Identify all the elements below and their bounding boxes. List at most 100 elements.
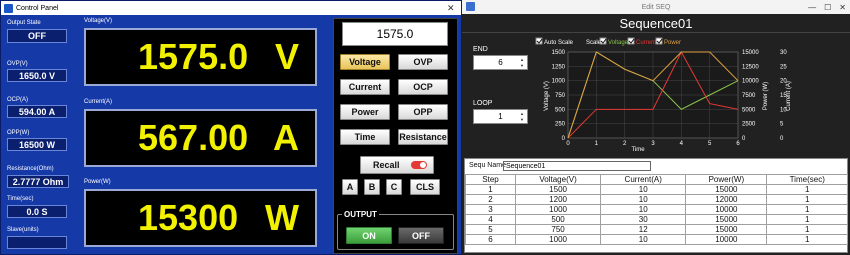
x-tick-label: 5 bbox=[708, 141, 712, 147]
cell-voltage[interactable]: 1200 bbox=[514, 194, 602, 205]
ocp-label: OCP(A) bbox=[7, 97, 28, 103]
cls-button[interactable]: CLS bbox=[410, 179, 440, 195]
preset-c-button[interactable]: C bbox=[386, 179, 402, 195]
scale-label: Scale bbox=[586, 40, 602, 46]
cell-step[interactable]: 1 bbox=[465, 184, 516, 195]
y3-tick-label: 5 bbox=[780, 122, 784, 128]
end-spinner-icon[interactable]: ▲ ▼ bbox=[520, 57, 526, 68]
resistance-value: 2.7777 Ohm bbox=[7, 175, 69, 188]
cell-step[interactable]: 3 bbox=[465, 204, 516, 215]
ovp-button[interactable]: OVP bbox=[398, 54, 448, 70]
cell-step[interactable]: 2 bbox=[465, 194, 516, 205]
column-header-voltage: Voltage(V) bbox=[514, 174, 602, 185]
y2-tick-label: 15000 bbox=[742, 50, 759, 56]
cell-power[interactable]: 15000 bbox=[685, 214, 768, 225]
power-display-unit: W bbox=[265, 197, 299, 238]
time-label: Time(sec) bbox=[7, 196, 34, 202]
sequence-table: Step Voltage(V) Current(A) Power(W) Time… bbox=[465, 174, 848, 245]
output-off-button[interactable]: OFF bbox=[398, 227, 444, 244]
ocp-button[interactable]: OCP bbox=[398, 79, 448, 95]
edit-seq-window: Edit SEQ — ☐ ✕ Sequence01 END 6 ▲ ▼ LOOP … bbox=[462, 0, 850, 255]
resistance-button[interactable]: Resistance bbox=[398, 129, 448, 145]
table-row[interactable]: 3 1000 10 10000 1 bbox=[465, 204, 848, 215]
slave-label: Slave(units) bbox=[7, 227, 39, 233]
opp-button[interactable]: OPP bbox=[398, 104, 448, 120]
table-row[interactable]: 6 1000 10 10000 1 bbox=[465, 234, 848, 245]
cell-current[interactable]: 10 bbox=[600, 234, 687, 245]
close-icon[interactable]: ✕ bbox=[839, 3, 846, 12]
cell-step[interactable]: 6 bbox=[465, 234, 516, 245]
time-button[interactable]: Time bbox=[340, 129, 390, 145]
ovp-label: OVP(V) bbox=[7, 61, 28, 67]
cell-time[interactable]: 1 bbox=[766, 194, 848, 205]
output-on-button[interactable]: ON bbox=[346, 227, 392, 244]
cell-power[interactable]: 15000 bbox=[685, 184, 768, 195]
cell-voltage[interactable]: 750 bbox=[514, 224, 602, 235]
voltage-display: 1575.0 V bbox=[84, 28, 317, 86]
cell-current[interactable]: 10 bbox=[600, 184, 687, 195]
table-row[interactable]: 1 1500 10 15000 1 bbox=[465, 184, 848, 195]
cell-step[interactable]: 4 bbox=[465, 214, 516, 225]
cell-power[interactable]: 10000 bbox=[685, 234, 768, 245]
cell-time[interactable]: 1 bbox=[766, 234, 848, 245]
y3-tick-label: 0 bbox=[780, 136, 784, 142]
cell-current[interactable]: 10 bbox=[600, 194, 687, 205]
power-button[interactable]: Power bbox=[340, 104, 390, 120]
recall-button-label: Recall bbox=[373, 160, 400, 170]
minimize-icon[interactable]: — bbox=[808, 3, 816, 12]
table-row[interactable]: 4 500 30 15000 1 bbox=[465, 214, 848, 225]
preset-b-button[interactable]: B bbox=[364, 179, 380, 195]
power-display: 15300 W bbox=[84, 189, 317, 247]
recall-button[interactable]: Recall bbox=[360, 156, 434, 174]
value-input[interactable]: 1575.0 bbox=[342, 22, 448, 46]
app-icon bbox=[4, 3, 13, 13]
opp-label: OPP(W) bbox=[7, 130, 30, 136]
table-row[interactable]: 2 1200 10 12000 1 bbox=[465, 194, 848, 205]
cell-voltage[interactable]: 1000 bbox=[514, 204, 602, 215]
opp-value: 16500 W bbox=[7, 138, 67, 151]
close-icon[interactable]: ✕ bbox=[447, 3, 455, 14]
cell-step[interactable]: 5 bbox=[465, 224, 516, 235]
table-row[interactable]: 5 750 12 15000 1 bbox=[465, 224, 848, 235]
loop-input[interactable]: 1 ▲ ▼ bbox=[473, 109, 528, 124]
maximize-icon[interactable]: ☐ bbox=[824, 3, 831, 12]
x-tick-label: 4 bbox=[680, 141, 684, 147]
loop-label: LOOP bbox=[473, 100, 493, 107]
cell-voltage[interactable]: 500 bbox=[514, 214, 602, 225]
y-tick-label: 1250 bbox=[552, 64, 566, 70]
cell-time[interactable]: 1 bbox=[766, 204, 848, 215]
y3-tick-label: 30 bbox=[780, 50, 787, 56]
recall-toggle-icon[interactable] bbox=[411, 161, 427, 169]
x-tick-label: 1 bbox=[595, 141, 599, 147]
cell-time[interactable]: 1 bbox=[766, 184, 848, 195]
cell-time[interactable]: 1 bbox=[766, 214, 848, 225]
cell-voltage[interactable]: 1000 bbox=[514, 234, 602, 245]
cell-voltage[interactable]: 1500 bbox=[514, 184, 602, 195]
column-header-power: Power(W) bbox=[685, 174, 768, 185]
y-tick-label: 750 bbox=[555, 93, 566, 99]
output-state-label: Output State bbox=[7, 20, 41, 26]
column-header-step: Step bbox=[465, 174, 516, 185]
cell-power[interactable]: 10000 bbox=[685, 204, 768, 215]
button-panel: 1575.0 Voltage OVP Current OCP Power OPP… bbox=[333, 18, 458, 254]
voltage-button[interactable]: Voltage bbox=[340, 54, 390, 70]
loop-spinner-icon[interactable]: ▲ ▼ bbox=[520, 111, 526, 122]
y2-tick-label: 2500 bbox=[742, 122, 756, 128]
cell-time[interactable]: 1 bbox=[766, 224, 848, 235]
cell-power[interactable]: 12000 bbox=[685, 194, 768, 205]
app-icon bbox=[466, 2, 475, 11]
end-input-value: 6 bbox=[498, 58, 503, 67]
ocp-value: 594.00 A bbox=[7, 105, 67, 118]
end-input[interactable]: 6 ▲ ▼ bbox=[473, 55, 528, 70]
seq-name-input[interactable]: Sequence01 bbox=[503, 161, 651, 171]
chart-legend: Auto Scale Scale Voltage Current Power bbox=[535, 37, 681, 46]
preset-a-button[interactable]: A bbox=[342, 179, 358, 195]
end-label: END bbox=[473, 46, 488, 53]
seq-name-label: Sequ Name bbox=[469, 162, 506, 169]
cell-current[interactable]: 12 bbox=[600, 224, 687, 235]
cell-current[interactable]: 30 bbox=[600, 214, 687, 225]
voltage-legend-label: Voltage bbox=[608, 40, 629, 46]
cell-current[interactable]: 10 bbox=[600, 204, 687, 215]
cell-power[interactable]: 15000 bbox=[685, 224, 768, 235]
current-button[interactable]: Current bbox=[340, 79, 390, 95]
